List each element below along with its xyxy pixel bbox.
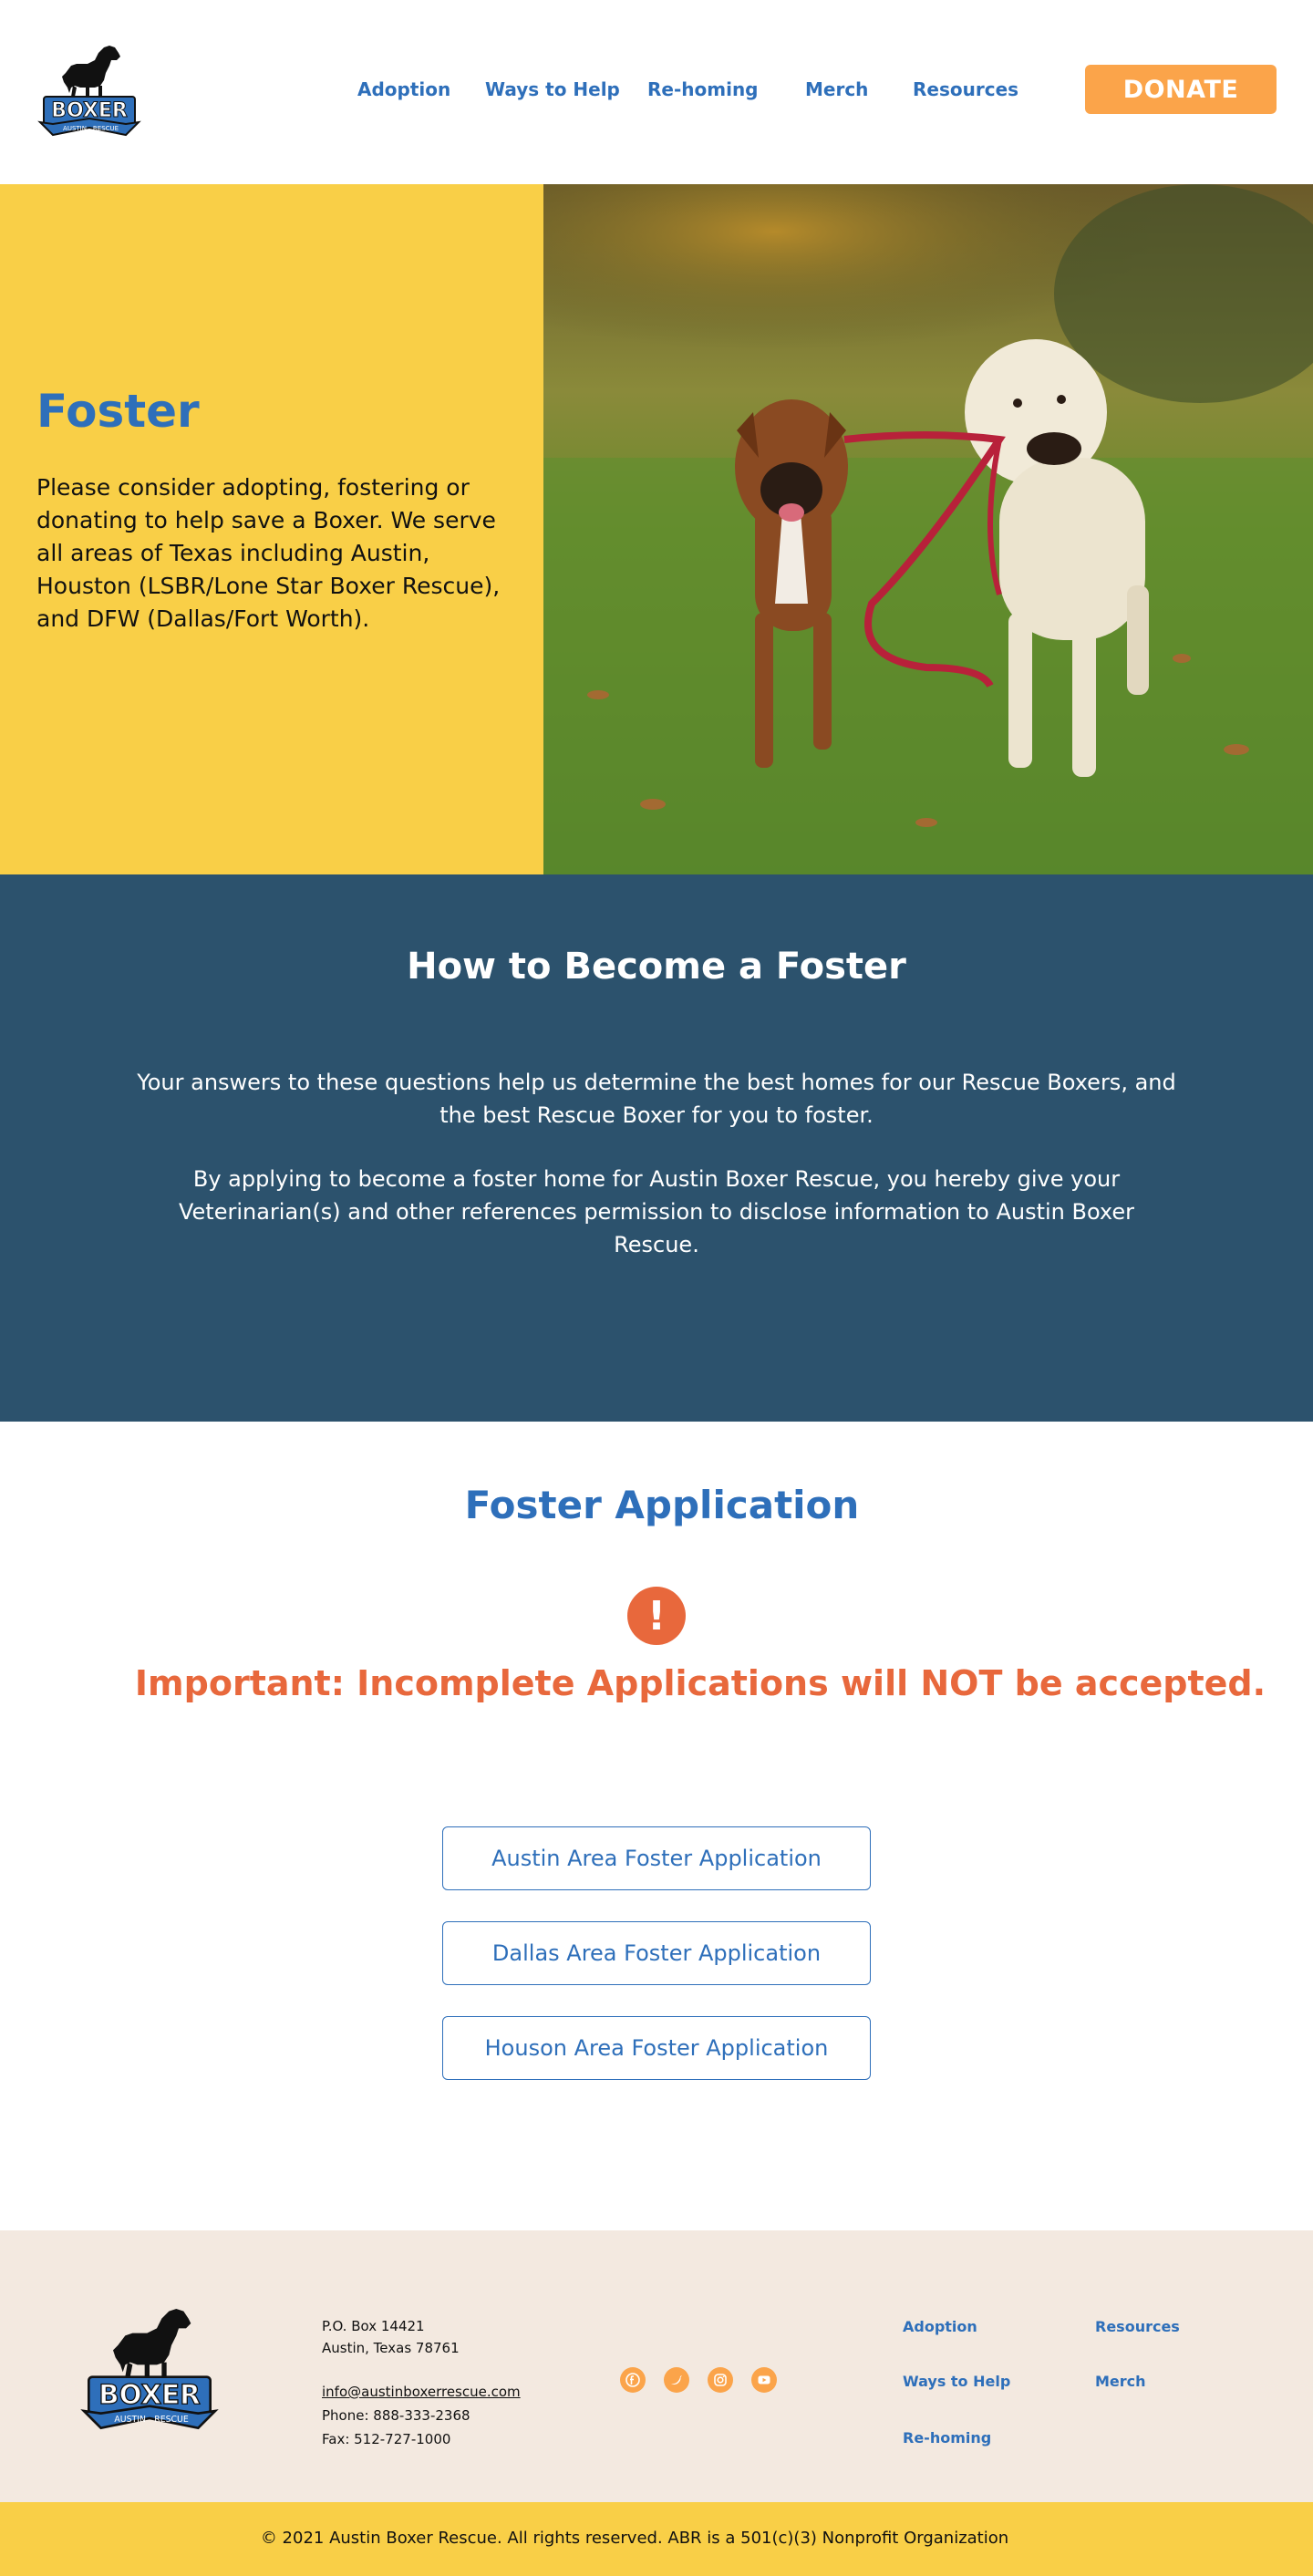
hero-photo-dogs xyxy=(543,184,1313,874)
nav-resources[interactable]: Resources xyxy=(913,78,1018,100)
footer-link-merch[interactable]: Merch xyxy=(1095,2373,1146,2390)
youtube-icon[interactable] xyxy=(751,2367,777,2393)
footer-logo-left-word: AUSTIN xyxy=(114,2415,146,2425)
nav-merch[interactable]: Merch xyxy=(805,78,868,100)
hero-description: Please consider adopting, fostering or d… xyxy=(36,474,501,632)
instagram-icon[interactable] xyxy=(708,2367,733,2393)
austin-application-button[interactable]: Austin Area Foster Application xyxy=(442,1826,871,1890)
footer-link-resources[interactable]: Resources xyxy=(1095,2318,1180,2335)
nav-adoption[interactable]: Adoption xyxy=(357,78,450,100)
footer-logo[interactable]: BOXER AUSTIN RESCUE xyxy=(77,2291,222,2436)
phone-number: Phone: 888-333-2368 xyxy=(322,2407,470,2424)
page-title: Foster xyxy=(36,385,200,438)
twitter-icon[interactable] xyxy=(664,2367,689,2393)
how-to-foster-paragraph-2: By applying to become a foster home for … xyxy=(178,1166,1135,1257)
footer-link-re-homing[interactable]: Re-homing xyxy=(903,2429,991,2447)
copyright-text: © 2021 Austin Boxer Rescue. All rights r… xyxy=(260,2529,1009,2548)
nav-re-homing[interactable]: Re-homing xyxy=(647,78,759,100)
logo-left-word: AUSTIN xyxy=(63,125,87,132)
how-to-foster-section: How to Become a Foster Your answers to t… xyxy=(0,874,1313,1422)
donate-button[interactable]: DONATE xyxy=(1085,65,1277,114)
foster-application-title: Foster Application xyxy=(464,1483,860,1527)
how-to-foster-title: How to Become a Foster xyxy=(407,946,906,988)
hero-text-panel: Foster Please consider adopting, fosteri… xyxy=(0,184,543,874)
footer-link-adoption[interactable]: Adoption xyxy=(903,2318,977,2335)
logo-right-word: RESCUE xyxy=(93,125,119,132)
exclamation-icon: ! xyxy=(627,1587,686,1645)
facebook-icon[interactable] xyxy=(620,2367,646,2393)
site-footer: BOXER AUSTIN RESCUE P.O. Box 14421 Austi… xyxy=(0,2230,1313,2502)
footer-link-ways-to-help[interactable]: Ways to Help xyxy=(903,2373,1010,2390)
copyright-bar: © 2021 Austin Boxer Rescue. All rights r… xyxy=(0,2502,1313,2576)
footer-logo-right-word: RESCUE xyxy=(154,2415,189,2425)
how-to-foster-paragraph-1: Your answers to these questions help us … xyxy=(137,1070,1176,1128)
important-notice: Important: Incomplete Applications will … xyxy=(134,1663,1266,1703)
email-link[interactable]: info@austinboxerrescue.com xyxy=(322,2384,521,2400)
site-header: BOXER AUSTIN RESCUE Adoption Ways to Hel… xyxy=(0,0,1313,184)
houston-application-button[interactable]: Houson Area Foster Application xyxy=(442,2016,871,2080)
nav-ways-to-help[interactable]: Ways to Help xyxy=(485,78,620,100)
fax-number: Fax: 512-727-1000 xyxy=(322,2431,451,2447)
site-logo[interactable]: BOXER AUSTIN RESCUE xyxy=(35,33,144,140)
dallas-application-button[interactable]: Dallas Area Foster Application xyxy=(442,1921,871,1985)
address-line-1: P.O. Box 14421 xyxy=(322,2318,425,2334)
address-line-2: Austin, Texas 78761 xyxy=(322,2340,460,2356)
